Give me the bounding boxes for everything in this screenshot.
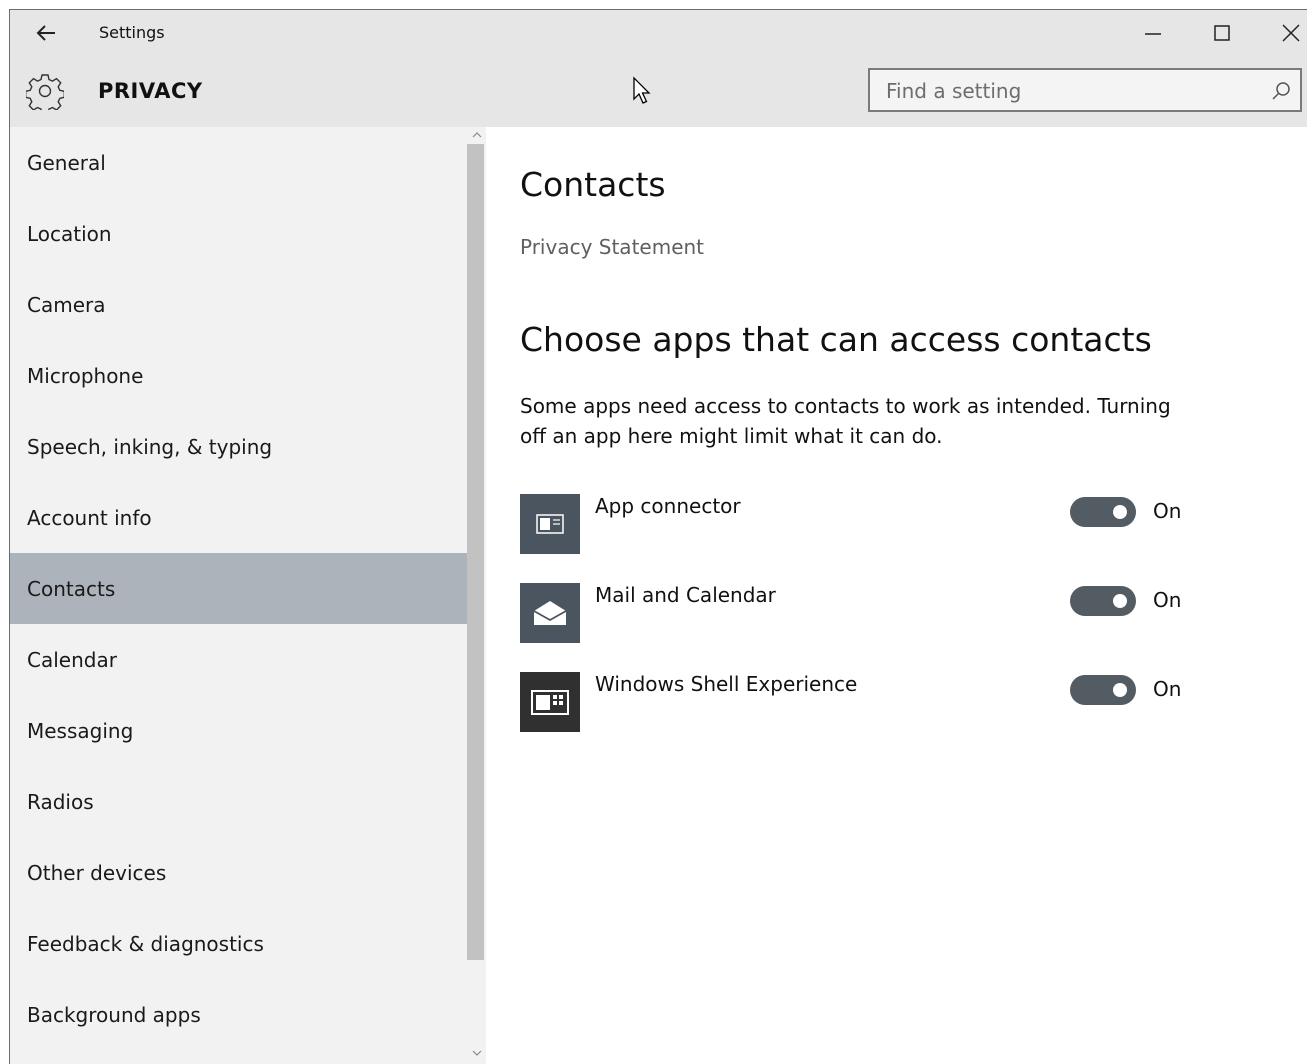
sidebar-item-speech[interactable]: Speech, inking, & typing: [10, 411, 467, 482]
sidebar-item-label: Calendar: [27, 647, 117, 672]
app-connector-icon: [536, 514, 564, 534]
app-name: Mail and Calendar: [595, 583, 776, 607]
app-row-app-connector: App connector On: [520, 494, 1220, 554]
app-tile: [520, 583, 580, 643]
sidebar-item-radios[interactable]: Radios: [10, 766, 467, 837]
minimize-icon: [1145, 33, 1161, 35]
page-header: PRIVACY: [10, 56, 1307, 127]
close-button[interactable]: [1256, 10, 1307, 56]
sidebar-item-label: Contacts: [27, 576, 116, 601]
app-connector-toggle[interactable]: [1070, 497, 1136, 527]
sidebar-item-account-info[interactable]: Account info: [10, 482, 467, 553]
sidebar-item-label: Camera: [27, 292, 106, 317]
sidebar-item-contacts[interactable]: Contacts: [10, 553, 467, 624]
sidebar-item-other-devices[interactable]: Other devices: [10, 837, 467, 908]
section-title: Choose apps that can access contacts: [520, 320, 1152, 359]
sidebar-item-camera[interactable]: Camera: [10, 269, 467, 340]
app-tile: [520, 494, 580, 554]
sidebar-nav: General Location Camera Microphone Speec…: [10, 127, 486, 1064]
sidebar-item-location[interactable]: Location: [10, 198, 467, 269]
toggle-state-label: On: [1153, 677, 1182, 701]
window-title: Settings: [99, 23, 165, 42]
maximize-button[interactable]: [1188, 10, 1256, 56]
app-row-mail-calendar: Mail and Calendar On: [520, 583, 1220, 643]
app-name: Windows Shell Experience: [595, 672, 858, 696]
mail-calendar-toggle[interactable]: [1070, 586, 1136, 616]
maximize-icon: [1214, 25, 1230, 41]
gear-icon: [26, 74, 64, 110]
back-button[interactable]: [28, 18, 64, 48]
chevron-up-icon[interactable]: [471, 129, 483, 141]
search-box[interactable]: [868, 68, 1302, 112]
shell-experience-toggle[interactable]: [1070, 675, 1136, 705]
sidebar-item-microphone[interactable]: Microphone: [10, 340, 467, 411]
search-icon[interactable]: [1270, 80, 1292, 102]
sidebar-item-general[interactable]: General: [10, 127, 467, 198]
sidebar-item-label: Microphone: [27, 363, 144, 388]
privacy-statement-link[interactable]: Privacy Statement: [520, 235, 704, 259]
section-description: Some apps need access to contacts to wor…: [520, 394, 1171, 448]
shell-experience-icon: [531, 690, 569, 715]
close-icon: [1282, 24, 1300, 42]
sidebar-item-background-apps[interactable]: Background apps: [10, 979, 467, 1050]
sidebar-item-label: General: [27, 150, 106, 175]
toggle-knob: [1113, 505, 1127, 519]
mouse-pointer-icon: [633, 76, 651, 104]
page-header-title: PRIVACY: [98, 79, 203, 103]
search-input[interactable]: [884, 76, 1268, 106]
app-tile: [520, 672, 580, 732]
sidebar-item-label: Speech, inking, & typing: [27, 434, 273, 459]
sidebar-item-label: Account info: [27, 505, 152, 530]
scrollbar-thumb[interactable]: [467, 144, 484, 960]
sidebar-item-label: Feedback & diagnostics: [27, 931, 264, 956]
settings-window: Settings PRIVACY Find a setting General …: [9, 9, 1307, 1064]
title-bar: Settings: [10, 10, 1307, 56]
toggle-knob: [1113, 594, 1127, 608]
main-content: Contacts Privacy Statement Choose apps t…: [486, 127, 1307, 1064]
sidebar-scrollbar[interactable]: [467, 127, 486, 1064]
sidebar-item-calendar[interactable]: Calendar: [10, 624, 467, 695]
sidebar-item-label: Messaging: [27, 718, 134, 743]
mail-icon: [533, 601, 567, 625]
toggle-state-label: On: [1153, 499, 1182, 523]
app-row-shell-experience: Windows Shell Experience On: [520, 672, 1220, 732]
sidebar-item-label: Background apps: [27, 1002, 201, 1027]
sidebar-item-messaging[interactable]: Messaging: [10, 695, 467, 766]
toggle-state-label: On: [1153, 588, 1182, 612]
app-name: App connector: [595, 494, 741, 518]
minimize-button[interactable]: [1120, 10, 1188, 56]
sidebar-item-label: Location: [27, 221, 112, 246]
back-arrow-icon: [36, 25, 55, 41]
sidebar-item-label: Radios: [27, 789, 94, 814]
page-title: Contacts: [520, 165, 666, 204]
sidebar-item-label: Other devices: [27, 860, 167, 885]
sidebar-item-feedback[interactable]: Feedback & diagnostics: [10, 908, 467, 979]
toggle-knob: [1113, 683, 1127, 697]
chevron-down-icon[interactable]: [471, 1047, 483, 1059]
